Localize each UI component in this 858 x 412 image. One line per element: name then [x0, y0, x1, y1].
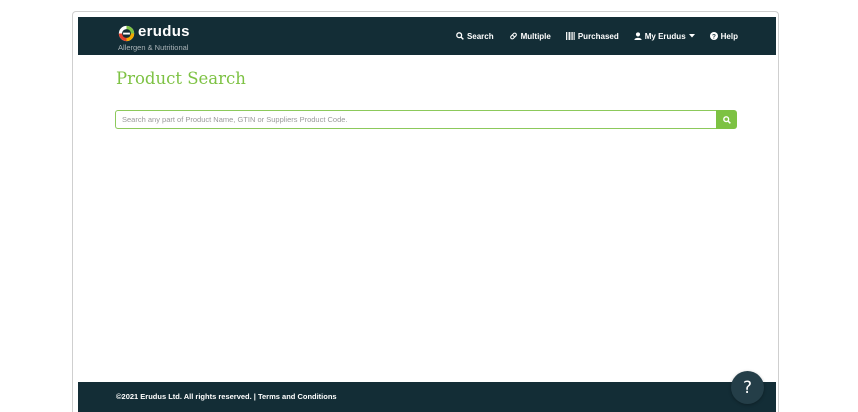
search-icon [722, 115, 731, 124]
nav-purchased-label: Purchased [577, 31, 619, 41]
page-title: Product Search [116, 69, 246, 88]
page-footer: ©2021 Erudus Ltd. All rights reserved. |… [78, 382, 776, 412]
nav-multiple[interactable]: Multiple [509, 32, 551, 41]
nav-multiple-label: Multiple [520, 31, 551, 41]
search-submit-button[interactable] [716, 110, 737, 129]
help-chat-button[interactable]: ? [731, 371, 764, 404]
product-search-input[interactable] [115, 110, 716, 129]
svg-text:?: ? [712, 33, 716, 40]
brand-name: erudus [138, 23, 190, 40]
user-icon [634, 32, 642, 40]
main-nav: Search Multiple Purchased My Erudus ? He… [456, 17, 738, 55]
nav-search[interactable]: Search [456, 32, 494, 41]
barcode-icon [565, 32, 575, 40]
caret-down-icon [688, 34, 695, 38]
nav-search-label: Search [466, 31, 494, 41]
nav-my-erudus[interactable]: My Erudus [634, 32, 695, 41]
erudus-logo-icon [118, 25, 135, 42]
footer-text: ©2021 Erudus Ltd. All rights reserved. |… [116, 392, 337, 401]
help-fab-label: ? [742, 377, 753, 398]
question-circle-icon: ? [709, 32, 718, 40]
product-search-bar [115, 110, 737, 129]
nav-purchased[interactable]: Purchased [565, 31, 619, 41]
nav-help[interactable]: ? Help [709, 31, 738, 41]
nav-help-label: Help [720, 31, 738, 41]
pill-icon [509, 32, 517, 40]
search-icon [456, 32, 464, 40]
nav-my-erudus-label: My Erudus [644, 31, 686, 41]
top-navbar: erudus Allergen & Nutritional Search Mul… [78, 17, 776, 55]
brand-subtitle: Allergen & Nutritional [118, 43, 189, 52]
terms-link[interactable]: Terms and Conditions [258, 392, 337, 401]
copyright-text: ©2021 Erudus Ltd. All rights reserved. | [116, 392, 256, 401]
